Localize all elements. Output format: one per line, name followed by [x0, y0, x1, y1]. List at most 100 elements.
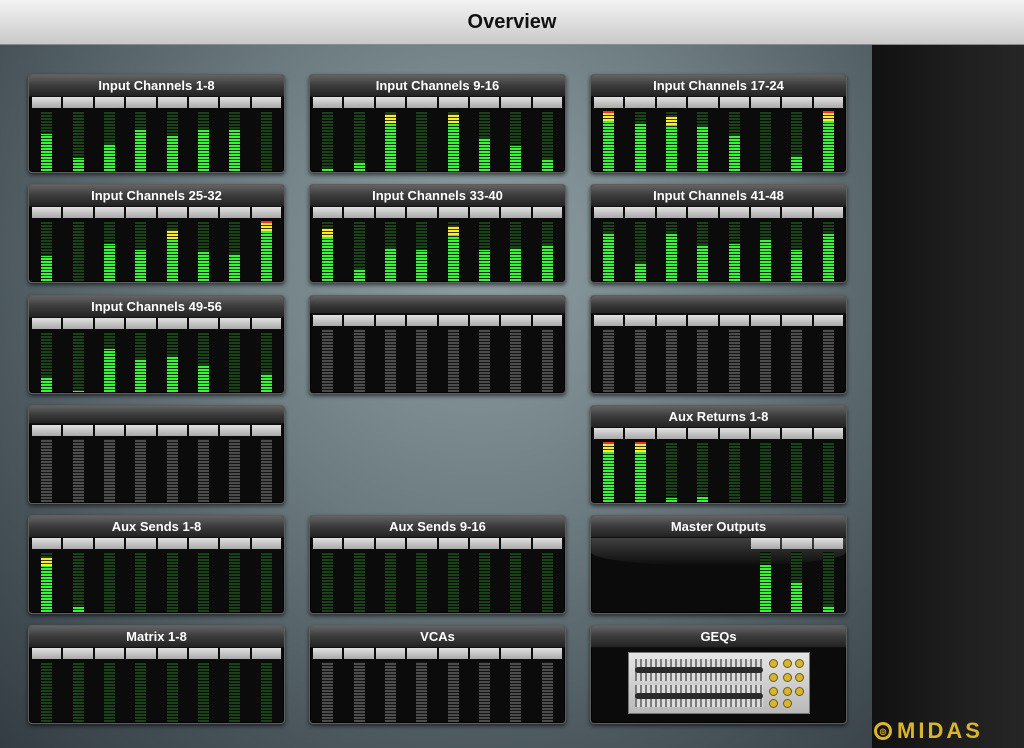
- channel-tab[interactable]: [220, 207, 250, 218]
- channel-tab[interactable]: [469, 97, 500, 108]
- channel-tab[interactable]: [688, 428, 718, 439]
- channel-tab[interactable]: [813, 207, 843, 218]
- channel-tab[interactable]: [313, 538, 343, 549]
- channel-tab[interactable]: [532, 648, 562, 659]
- panel-aux-sends-1-8[interactable]: Aux Sends 1-8: [28, 515, 285, 614]
- channel-tab[interactable]: [94, 538, 125, 549]
- panel-input-channels-25-32[interactable]: Input Channels 25-32: [28, 184, 285, 283]
- panel-input-channels-33-40[interactable]: Input Channels 33-40: [309, 184, 566, 283]
- panel-input-channels-49-56[interactable]: Input Channels 49-56: [28, 295, 285, 394]
- channel-tab[interactable]: [532, 315, 562, 326]
- channel-tab[interactable]: [94, 207, 125, 218]
- channel-tab[interactable]: [407, 648, 437, 659]
- channel-tab[interactable]: [532, 538, 562, 549]
- panel-input-channels-9-16[interactable]: Input Channels 9-16: [309, 74, 566, 173]
- channel-tab[interactable]: [188, 97, 219, 108]
- channel-tab[interactable]: [719, 428, 749, 439]
- channel-tab[interactable]: [344, 207, 374, 218]
- channel-tab[interactable]: [157, 207, 187, 218]
- panel-input-channels-1-8[interactable]: Input Channels 1-8: [28, 74, 285, 173]
- channel-tab[interactable]: [656, 315, 687, 326]
- channel-tab[interactable]: [344, 315, 374, 326]
- channel-tab[interactable]: [313, 315, 343, 326]
- channel-tab[interactable]: [188, 538, 219, 549]
- channel-tab[interactable]: [501, 538, 531, 549]
- channel-tab[interactable]: [32, 538, 62, 549]
- channel-tab[interactable]: [782, 207, 812, 218]
- channel-tab[interactable]: [375, 97, 406, 108]
- channel-tab[interactable]: [813, 428, 843, 439]
- channel-tab[interactable]: [407, 538, 437, 549]
- channel-tab[interactable]: [63, 318, 93, 329]
- channel-tab[interactable]: [625, 428, 655, 439]
- channel-tab[interactable]: [501, 97, 531, 108]
- channel-tab[interactable]: [438, 315, 468, 326]
- channel-tab[interactable]: [750, 207, 781, 218]
- channel-tab[interactable]: [63, 207, 93, 218]
- channel-tab[interactable]: [313, 97, 343, 108]
- panel-aux-sends-9-16[interactable]: Aux Sends 9-16: [309, 515, 566, 614]
- channel-tab[interactable]: [94, 318, 125, 329]
- channel-tab[interactable]: [94, 425, 125, 436]
- panel-empty[interactable]: [309, 295, 566, 394]
- channel-tab[interactable]: [688, 97, 718, 108]
- channel-tab[interactable]: [313, 648, 343, 659]
- panel-vcas[interactable]: VCAs: [309, 625, 566, 724]
- channel-tab[interactable]: [220, 97, 250, 108]
- channel-tab[interactable]: [94, 648, 125, 659]
- channel-tab[interactable]: [719, 207, 749, 218]
- channel-tab[interactable]: [532, 97, 562, 108]
- channel-tab[interactable]: [157, 648, 187, 659]
- channel-tab[interactable]: [251, 97, 281, 108]
- channel-tab[interactable]: [469, 315, 500, 326]
- channel-tab[interactable]: [594, 315, 624, 326]
- panel-master-outputs[interactable]: Master Outputs: [590, 515, 847, 614]
- channel-tab[interactable]: [782, 428, 812, 439]
- channel-tab[interactable]: [32, 648, 62, 659]
- channel-tab[interactable]: [407, 315, 437, 326]
- channel-tab[interactable]: [375, 648, 406, 659]
- panel-geqs[interactable]: GEQs: [590, 625, 847, 724]
- channel-tab[interactable]: [750, 538, 781, 549]
- channel-tab[interactable]: [407, 97, 437, 108]
- panel-input-channels-17-24[interactable]: Input Channels 17-24: [590, 74, 847, 173]
- channel-tab[interactable]: [344, 648, 374, 659]
- channel-tab[interactable]: [438, 648, 468, 659]
- channel-tab[interactable]: [719, 97, 749, 108]
- channel-tab[interactable]: [188, 648, 219, 659]
- channel-tab[interactable]: [220, 648, 250, 659]
- channel-tab[interactable]: [438, 538, 468, 549]
- channel-tab[interactable]: [625, 97, 655, 108]
- channel-tab[interactable]: [126, 425, 156, 436]
- channel-tab[interactable]: [656, 97, 687, 108]
- channel-tab[interactable]: [782, 315, 812, 326]
- panel-matrix-1-8[interactable]: Matrix 1-8: [28, 625, 285, 724]
- channel-tab[interactable]: [501, 207, 531, 218]
- channel-tab[interactable]: [157, 97, 187, 108]
- channel-tab[interactable]: [32, 97, 62, 108]
- channel-tab[interactable]: [625, 207, 655, 218]
- channel-tab[interactable]: [656, 207, 687, 218]
- channel-tab[interactable]: [220, 425, 250, 436]
- channel-tab[interactable]: [688, 315, 718, 326]
- channel-tab[interactable]: [188, 425, 219, 436]
- channel-tab[interactable]: [813, 538, 843, 549]
- channel-tab[interactable]: [32, 207, 62, 218]
- channel-tab[interactable]: [157, 538, 187, 549]
- channel-tab[interactable]: [719, 315, 749, 326]
- channel-tab[interactable]: [375, 207, 406, 218]
- channel-tab[interactable]: [501, 315, 531, 326]
- channel-tab[interactable]: [782, 538, 812, 549]
- channel-tab[interactable]: [157, 318, 187, 329]
- channel-tab[interactable]: [63, 538, 93, 549]
- channel-tab[interactable]: [438, 207, 468, 218]
- channel-tab[interactable]: [375, 315, 406, 326]
- channel-tab[interactable]: [469, 207, 500, 218]
- channel-tab[interactable]: [251, 207, 281, 218]
- channel-tab[interactable]: [94, 97, 125, 108]
- channel-tab[interactable]: [750, 97, 781, 108]
- channel-tab[interactable]: [469, 538, 500, 549]
- channel-tab[interactable]: [750, 315, 781, 326]
- channel-tab[interactable]: [656, 428, 687, 439]
- channel-tab[interactable]: [750, 428, 781, 439]
